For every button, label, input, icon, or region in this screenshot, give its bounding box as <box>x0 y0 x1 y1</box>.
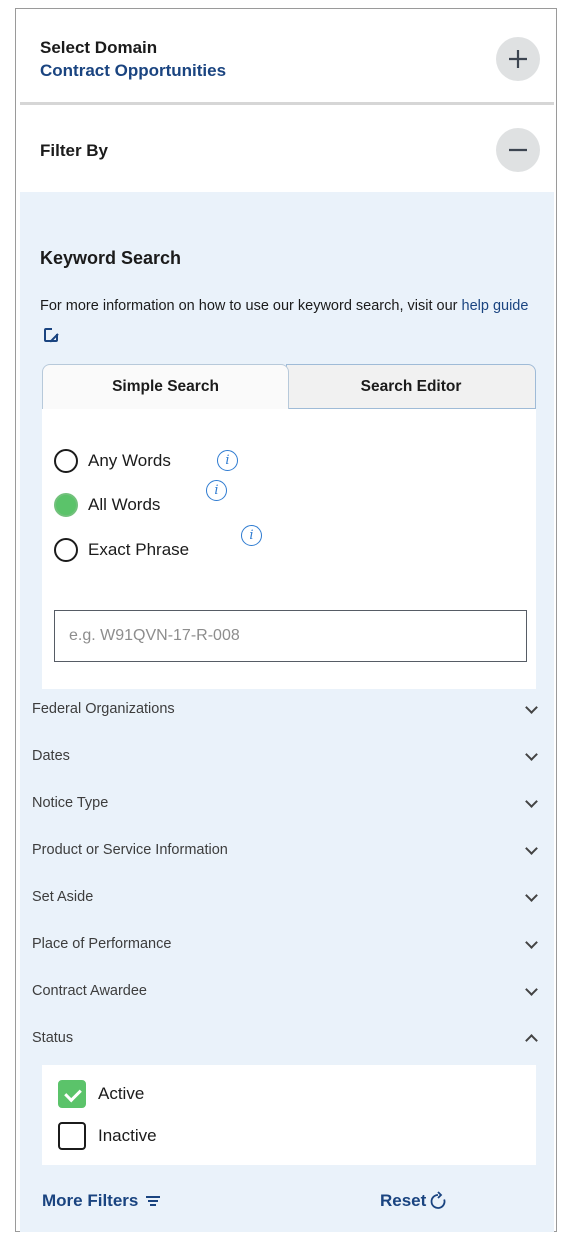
accordion-product-service[interactable]: Product or Service Information <box>32 830 542 870</box>
select-domain-section[interactable]: Select Domain Contract Opportunities <box>20 13 554 105</box>
radio-any-words[interactable]: Any Words <box>54 449 171 473</box>
radio-button[interactable] <box>54 449 78 473</box>
accordion-status[interactable]: Status <box>32 1018 542 1058</box>
accordion-label: Notice Type <box>32 795 109 811</box>
keyword-search-input[interactable] <box>54 610 527 662</box>
help-guide-link-label: help guide <box>461 298 529 314</box>
keyword-help-description: For more information on how to use our k… <box>40 298 458 314</box>
more-filters-label: More Filters <box>42 1191 139 1210</box>
minus-icon <box>509 148 527 152</box>
chevron-up-icon <box>525 1033 538 1047</box>
exact-phrase-info-icon[interactable]: i <box>241 525 262 546</box>
accordion-contract-awardee[interactable]: Contract Awardee <box>32 971 542 1011</box>
reset-icon <box>430 1191 446 1209</box>
filters-panel: Keyword Search For more information on h… <box>20 192 554 1232</box>
accordion-notice-type[interactable]: Notice Type <box>32 783 542 823</box>
filter-icon <box>146 1194 161 1209</box>
select-domain-label: Select Domain <box>40 38 158 57</box>
external-link-icon <box>44 327 59 342</box>
chevron-down-icon <box>525 888 538 902</box>
radio-exact-phrase[interactable]: Exact Phrase <box>54 538 189 562</box>
checkbox-label: Active <box>98 1084 145 1103</box>
accordion-label: Product or Service Information <box>32 842 228 858</box>
chevron-down-icon <box>525 982 538 996</box>
radio-label: Any Words <box>88 451 171 470</box>
any-words-info-icon[interactable]: i <box>217 450 238 471</box>
keyword-help-text: For more information on how to use our k… <box>40 291 545 351</box>
chevron-down-icon <box>525 794 538 808</box>
accordion-label: Dates <box>32 748 70 764</box>
radio-label: All Words <box>88 495 161 514</box>
accordion-dates[interactable]: Dates <box>32 736 542 776</box>
selected-domain-value: Contract Opportunities <box>40 61 227 80</box>
filter-by-section[interactable]: Filter By <box>20 108 554 192</box>
accordion-label: Contract Awardee <box>32 983 147 999</box>
radio-button-selected[interactable] <box>54 493 78 517</box>
accordion-label: Status <box>32 1030 74 1046</box>
accordion-label: Set Aside <box>32 889 94 905</box>
accordion-label: Federal Organizations <box>32 701 175 717</box>
expand-domain-button[interactable] <box>496 37 540 81</box>
status-options-panel: Active Inactive <box>42 1065 536 1165</box>
radio-all-words[interactable]: All Words <box>54 493 160 517</box>
radio-button[interactable] <box>54 538 78 562</box>
checkbox-checked[interactable] <box>58 1080 86 1108</box>
reset-button[interactable]: Reset <box>380 1191 448 1211</box>
more-filters-button[interactable]: More Filters <box>42 1191 161 1211</box>
all-words-info-icon[interactable]: i <box>206 480 227 501</box>
checkbox-label: Inactive <box>98 1126 157 1145</box>
filter-by-label: Filter By <box>40 141 109 160</box>
checkbox-active[interactable]: Active <box>58 1080 144 1108</box>
plus-icon <box>509 50 527 68</box>
accordion-label: Place of Performance <box>32 936 172 952</box>
tab-simple-search[interactable]: Simple Search <box>42 364 289 409</box>
chevron-down-icon <box>525 841 538 855</box>
chevron-down-icon <box>525 747 538 761</box>
chevron-down-icon <box>525 700 538 714</box>
simple-search-panel: Any Words i All Words i Exact Phrase i <box>42 409 536 689</box>
checkbox-inactive[interactable]: Inactive <box>58 1122 157 1150</box>
chevron-down-icon <box>525 935 538 949</box>
tab-search-editor[interactable]: Search Editor <box>286 364 536 409</box>
keyword-search-title: Keyword Search <box>40 248 182 268</box>
accordion-place-of-performance[interactable]: Place of Performance <box>32 924 542 964</box>
accordion-federal-organizations[interactable]: Federal Organizations <box>32 689 542 729</box>
accordion-set-aside[interactable]: Set Aside <box>32 877 542 917</box>
checkbox-unchecked[interactable] <box>58 1122 86 1150</box>
reset-label: Reset <box>380 1191 427 1210</box>
radio-label: Exact Phrase <box>88 540 190 559</box>
collapse-filters-button[interactable] <box>496 128 540 172</box>
